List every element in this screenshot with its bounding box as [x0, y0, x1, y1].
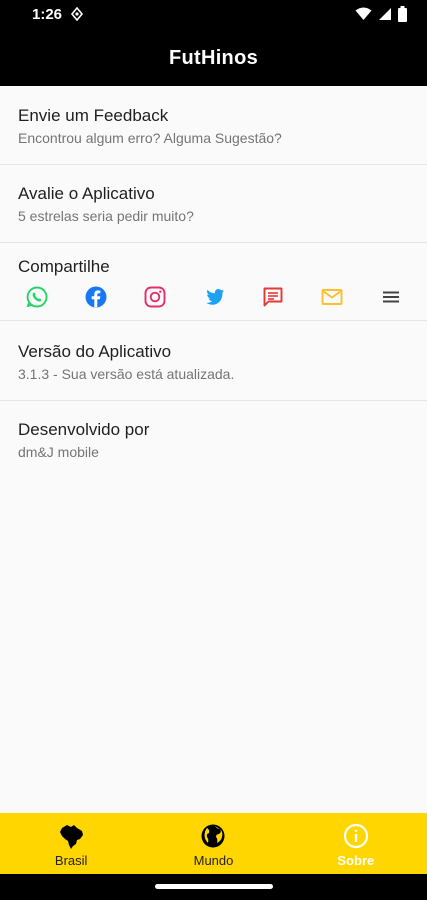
developer-title: Desenvolvido por — [18, 420, 150, 439]
nav-label-brasil: Brasil — [54, 853, 88, 868]
rate-subtitle: 5 estrelas seria pedir muito? — [18, 208, 194, 224]
version-row: Versão do Aplicativo 3.1.3 - Sua versão … — [0, 321, 427, 401]
share-title: Compartilhe — [18, 257, 110, 276]
battery-icon — [398, 6, 407, 22]
feedback-subtitle: Encontrou algum erro? Alguma Sugestão? — [18, 130, 282, 146]
whatsapp-icon[interactable] — [25, 285, 49, 309]
data-saver-icon — [70, 7, 84, 21]
info-icon — [343, 823, 368, 849]
email-icon[interactable] — [320, 285, 344, 309]
sms-icon[interactable] — [261, 285, 285, 309]
share-row: Compartilhe — [0, 243, 427, 321]
developer-row: Desenvolvido por dm&J mobile — [0, 401, 427, 481]
wifi-icon — [355, 7, 372, 20]
status-time: 1:26 — [32, 6, 63, 23]
feedback-row[interactable]: Envie um Feedback Encontrou algum erro? … — [0, 86, 427, 165]
developer-subtitle: dm&J mobile — [18, 444, 99, 460]
nav-label-mundo: Mundo — [193, 853, 234, 868]
status-bar: 1:26 — [0, 0, 427, 30]
facebook-icon[interactable] — [84, 285, 108, 309]
feedback-title: Envie um Feedback — [18, 106, 169, 125]
rate-title: Avalie o Aplicativo — [18, 184, 155, 203]
bottom-navigation: Brasil Mundo Sobre — [0, 813, 427, 874]
gesture-bar — [0, 874, 427, 900]
brazil-map-icon — [60, 825, 84, 849]
settings-list: Envie um Feedback Encontrou algum erro? … — [0, 86, 427, 481]
nav-item-sobre[interactable]: Sobre — [285, 813, 427, 874]
cell-signal-icon — [379, 8, 391, 20]
version-title: Versão do Aplicativo — [18, 342, 172, 361]
nav-item-brasil[interactable]: Brasil — [0, 813, 142, 874]
more-menu-icon[interactable] — [379, 285, 403, 309]
share-icons — [0, 283, 427, 313]
home-indicator[interactable] — [155, 884, 273, 889]
twitter-icon[interactable] — [202, 285, 226, 309]
app-bar: FutHinos — [0, 30, 427, 86]
nav-label-sobre: Sobre — [337, 853, 375, 868]
version-subtitle: 3.1.3 - Sua versão está atualizada. — [18, 366, 235, 382]
page-title: FutHinos — [168, 47, 259, 69]
nav-item-mundo[interactable]: Mundo — [142, 813, 284, 874]
instagram-icon[interactable] — [143, 285, 167, 309]
globe-icon — [201, 824, 225, 848]
rate-app-row[interactable]: Avalie o Aplicativo 5 estrelas seria ped… — [0, 165, 427, 243]
